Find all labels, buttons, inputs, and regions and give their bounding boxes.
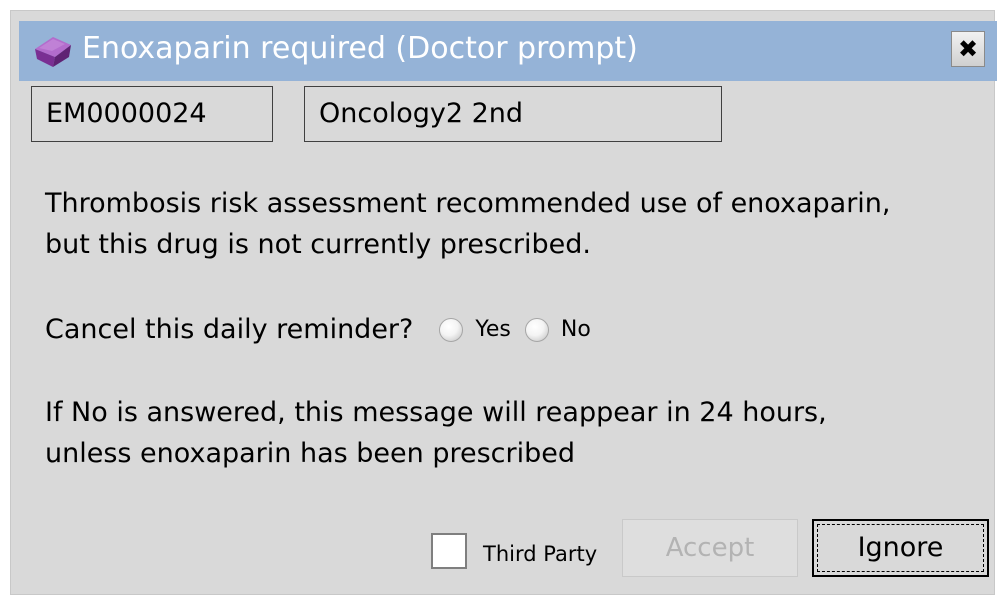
ignore-button-label: Ignore [817,524,984,572]
no-radio-label[interactable]: No [561,309,591,350]
reminder-question-row: Cancel this daily reminder? Yes No [45,309,591,350]
reminder-question: Cancel this daily reminder? [45,314,414,345]
patient-id-field: EM0000024 [31,86,273,142]
close-x-icon: ✖ [957,35,979,63]
third-party-label[interactable]: Third Party [483,539,597,569]
reappear-note-line-1: If No is answered, this message will rea… [45,397,827,428]
recommendation-message: Thrombosis risk assessment recommended u… [45,183,891,265]
ward-field: Oncology2 2nd [304,86,722,142]
enoxaparin-dialog: Enoxaparin required (Doctor prompt) ✖ EM… [10,10,997,595]
close-button[interactable]: ✖ [951,31,985,67]
third-party-checkbox[interactable] [431,533,467,569]
dialog-title: Enoxaparin required (Doctor prompt) [82,31,638,66]
accept-button[interactable]: Accept [622,519,798,577]
recommendation-line-2: but this drug is not currently prescribe… [45,229,591,260]
ignore-button[interactable]: Ignore [812,519,989,577]
title-bar: Enoxaparin required (Doctor prompt) ✖ [19,21,997,81]
reappear-note: If No is answered, this message will rea… [45,392,827,474]
purple-gem-icon [31,33,75,69]
yes-radio[interactable] [439,317,464,342]
no-radio[interactable] [524,317,549,342]
yes-radio-label[interactable]: Yes [475,309,511,350]
recommendation-line-1: Thrombosis risk assessment recommended u… [45,188,891,219]
reappear-note-line-2: unless enoxaparin has been prescribed [45,438,575,469]
